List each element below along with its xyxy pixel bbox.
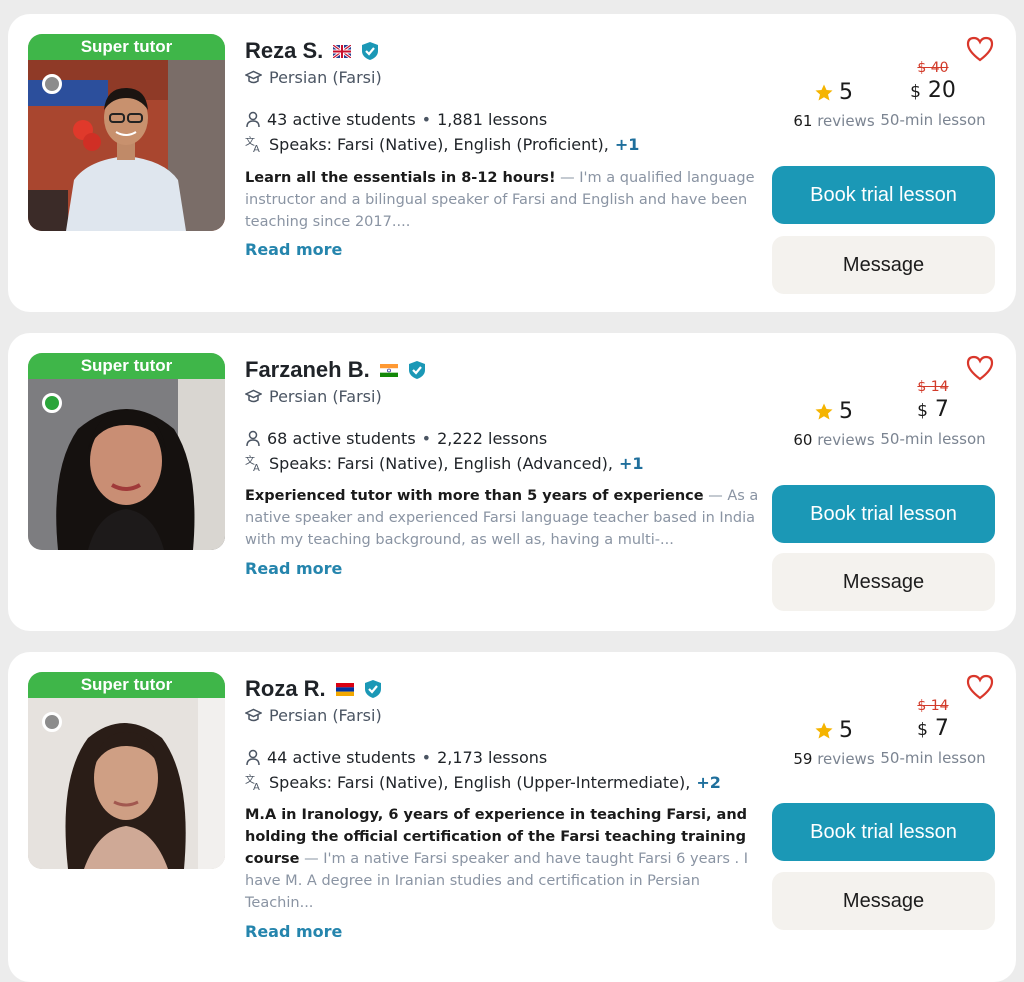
reviews-count: 59 — [793, 750, 813, 768]
tutor-description: Learn all the essentials in 8-12 hours! … — [245, 167, 761, 233]
subject-label: Persian (Farsi) — [269, 387, 382, 406]
rating-value: 5 — [839, 398, 853, 424]
offline-status-icon — [42, 74, 62, 94]
svg-text:A: A — [253, 782, 260, 791]
read-more-link[interactable]: Read more — [245, 922, 342, 941]
tutor-photo[interactable]: Super tutor — [28, 34, 225, 231]
favorite-heart-icon[interactable] — [966, 36, 994, 62]
separator-dot: • — [421, 429, 432, 448]
tutor-name[interactable]: Farzaneh B. — [245, 357, 370, 383]
reviews-count: 60 — [793, 431, 813, 449]
original-price: $ 40 — [917, 60, 949, 76]
tutor-card[interactable]: Super tutor Reza S. Persian (Farsi) 43 a… — [8, 14, 1016, 312]
lesson-length: 50-min lesson — [880, 749, 986, 767]
original-price: $ 14 — [917, 379, 949, 395]
book-trial-button[interactable]: Book trial lesson — [772, 803, 995, 861]
book-trial-button[interactable]: Book trial lesson — [772, 485, 995, 543]
message-button[interactable]: Message — [772, 236, 995, 294]
svg-text:A: A — [253, 463, 260, 472]
favorite-heart-icon[interactable] — [966, 674, 994, 700]
star-icon — [815, 84, 833, 100]
subject-label: Persian (Farsi) — [269, 706, 382, 725]
tutor-name[interactable]: Reza S. — [245, 38, 323, 64]
verified-shield-icon — [362, 42, 379, 60]
translate-icon: 文 A — [245, 136, 260, 153]
description-headline: Learn all the essentials in 8-12 hours! — [245, 170, 556, 186]
price-summary: $ 14 $ 7 50-min lesson — [874, 698, 992, 767]
graduation-cap-icon — [245, 389, 262, 403]
tutor-description: Experienced tutor with more than 5 years… — [245, 485, 761, 551]
lessons-count: 1,881 lessons — [437, 110, 548, 129]
price-summary: $ 14 $ 7 50-min lesson — [874, 379, 992, 448]
super-tutor-badge: Super tutor — [28, 672, 225, 698]
currency-symbol: $ — [917, 720, 928, 740]
separator-dot: • — [421, 748, 432, 767]
armenia-flag-icon — [335, 682, 354, 696]
svg-text:A: A — [253, 144, 260, 153]
uk-flag-icon — [333, 44, 352, 58]
reviews-label: reviews — [817, 431, 875, 449]
more-languages-link[interactable]: +2 — [696, 773, 721, 792]
subject-label: Persian (Farsi) — [269, 68, 382, 87]
verified-shield-icon — [364, 680, 381, 698]
graduation-cap-icon — [245, 708, 262, 722]
online-status-icon — [42, 393, 62, 413]
offline-status-icon — [42, 712, 62, 732]
tutor-photo[interactable]: Super tutor — [28, 353, 225, 550]
price-summary: $ 40 $ 20 50-min lesson — [874, 60, 992, 129]
person-icon — [246, 111, 260, 128]
tutor-name[interactable]: Roza R. — [245, 676, 326, 702]
reviews-count: 61 — [793, 112, 813, 130]
languages-spoken: Speaks: Farsi (Native), English (Upper-I… — [269, 773, 691, 792]
tutor-card[interactable]: Super tutor Farzaneh B. Persian (Farsi) … — [8, 333, 1016, 631]
currency-symbol: $ — [910, 82, 921, 102]
book-trial-button[interactable]: Book trial lesson — [772, 166, 995, 224]
original-price: $ 14 — [917, 698, 949, 714]
active-students: 43 active students — [267, 110, 416, 129]
tutor-card[interactable]: Super tutor Roza R. Persian (Farsi) 44 a… — [8, 652, 1016, 982]
star-icon — [815, 722, 833, 738]
languages-spoken: Speaks: Farsi (Native), English (Profici… — [269, 135, 609, 154]
lessons-count: 2,173 lessons — [437, 748, 548, 767]
separator-dot: • — [421, 110, 432, 129]
reviews-label: reviews — [817, 112, 875, 130]
description-text: — I'm a native Farsi speaker and have ta… — [245, 851, 749, 911]
reviews-label: reviews — [817, 750, 875, 768]
tutor-photo[interactable]: Super tutor — [28, 672, 225, 869]
graduation-cap-icon — [245, 70, 262, 84]
verified-shield-icon — [408, 361, 425, 379]
more-languages-link[interactable]: +1 — [619, 454, 644, 473]
read-more-link[interactable]: Read more — [245, 240, 342, 259]
person-icon — [246, 749, 260, 766]
lesson-length: 50-min lesson — [880, 111, 986, 129]
lesson-price: 20 — [927, 78, 956, 103]
star-icon — [815, 403, 833, 419]
lessons-count: 2,222 lessons — [437, 429, 548, 448]
person-icon — [246, 430, 260, 447]
description-headline: Experienced tutor with more than 5 years… — [245, 488, 704, 504]
languages-spoken: Speaks: Farsi (Native), English (Advance… — [269, 454, 613, 473]
active-students: 68 active students — [267, 429, 416, 448]
lesson-length: 50-min lesson — [880, 430, 986, 448]
message-button[interactable]: Message — [772, 553, 995, 611]
translate-icon: 文 A — [245, 774, 260, 791]
rating-value: 5 — [839, 79, 853, 105]
lesson-price: 7 — [934, 397, 949, 422]
read-more-link[interactable]: Read more — [245, 559, 342, 578]
rating-value: 5 — [839, 717, 853, 743]
currency-symbol: $ — [917, 401, 928, 421]
favorite-heart-icon[interactable] — [966, 355, 994, 381]
lesson-price: 7 — [934, 716, 949, 741]
more-languages-link[interactable]: +1 — [615, 135, 640, 154]
super-tutor-badge: Super tutor — [28, 353, 225, 379]
india-flag-icon — [379, 363, 398, 377]
translate-icon: 文 A — [245, 455, 260, 472]
tutor-description: M.A in Iranology, 6 years of experience … — [245, 804, 761, 914]
message-button[interactable]: Message — [772, 872, 995, 930]
active-students: 44 active students — [267, 748, 416, 767]
super-tutor-badge: Super tutor — [28, 34, 225, 60]
